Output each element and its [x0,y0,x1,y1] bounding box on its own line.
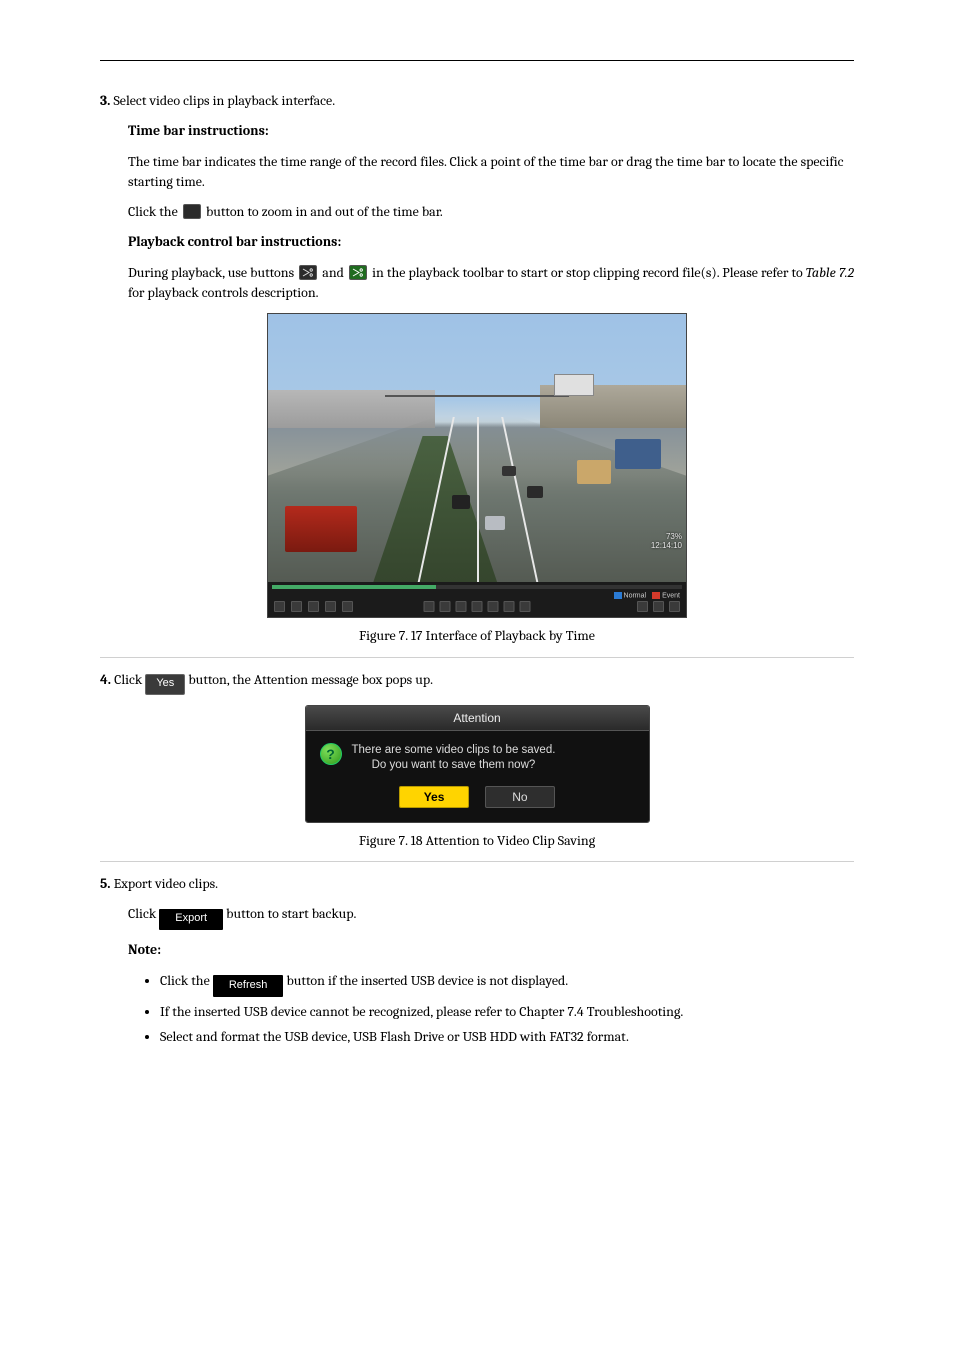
separator [100,861,854,862]
video-frame: 73% 12:14:10 [268,314,686,584]
header-rule [100,60,854,61]
step-4-click: Click [114,671,142,688]
figure-7-18: Attention ? There are some video clips t… [100,705,854,823]
play-icon[interactable] [440,601,451,612]
vehicle-car [502,466,516,476]
caption-7-17: Figure 7. 17 Interface of Playback by Ti… [100,626,854,646]
attention-dialog: Attention ? There are some video clips t… [305,705,650,823]
playback-screenshot: 73% 12:14:10 Normal Event [267,313,687,618]
zoom-icon-placeholder [183,204,201,219]
hide-icon[interactable] [637,601,648,612]
vehicle-bus [285,506,357,552]
time-bar-heading: Time bar instructions: [128,121,854,141]
attention-title: Attention [306,706,649,731]
attention-no-button[interactable]: No [485,786,555,808]
yes-button-inline[interactable]: Yes [145,674,185,695]
playback-bar-heading: Playback control bar instructions: [128,232,854,252]
toolbar-left-buttons [274,601,353,612]
next-icon[interactable] [504,601,515,612]
export-line: Click Export button to start backup. [128,904,854,930]
note-item-2: If the inserted USB device cannot be rec… [160,1001,854,1022]
capture-icon[interactable] [325,601,336,612]
question-icon: ? [320,743,342,765]
exit-icon[interactable] [653,601,664,612]
toolbar-right-buttons [637,601,680,612]
mute-icon[interactable] [274,601,285,612]
step-4-number: 4. [100,671,111,688]
step-3-text: Select video clips in playback interface… [113,92,335,109]
fwd-icon[interactable] [488,601,499,612]
lane-marking [477,417,479,584]
playback-toolbar: Normal Event [268,582,686,617]
clip-start-icon [299,265,317,280]
export-button[interactable]: Export [159,909,223,930]
step-3-number: 3. [100,92,110,109]
zoom-icon[interactable] [342,601,353,612]
time-bar-desc-1: The time bar indicates the time range of… [128,152,854,193]
clip-stop-icon [349,265,367,280]
bg-billboard [554,374,594,396]
table-7-2-ref: Table 7.2 [806,264,854,281]
vehicle-car [527,486,543,498]
vehicle-truck [577,460,611,484]
separator [100,657,854,658]
vehicle-car [485,516,505,530]
note-item-1: Click the Refresh button if the inserted… [160,970,854,997]
rev-icon[interactable] [472,601,483,612]
step-3-line: 3. Select video clips in playback interf… [100,91,854,111]
playback-progress-bar[interactable] [272,585,682,589]
refresh-button[interactable]: Refresh [213,975,284,997]
step-5-number: 5. [100,875,111,892]
attention-yes-button[interactable]: Yes [399,786,469,808]
stop-icon[interactable] [456,601,467,612]
vehicle-car [452,495,470,509]
bg-gantry [385,395,569,397]
step-5-line: 5. Export video clips. [100,874,854,894]
note-item-3: Select and format the USB device, USB Fl… [160,1026,854,1047]
figure-7-17: 73% 12:14:10 Normal Event [100,313,854,618]
speed-icon[interactable] [520,601,531,612]
tag-icon[interactable] [308,601,319,612]
toolbar-center-buttons [424,601,531,612]
playback-bar-desc: During playback, use buttons and in the … [128,263,854,304]
step-5-text: Export video clips. [114,875,218,892]
playback-progress-overlay: 73% 12:14:10 [651,533,682,551]
attention-message: There are some video clips to be saved. … [352,743,556,774]
legend: Normal Event [614,592,680,599]
vehicle-truck [615,439,661,469]
caption-7-18: Figure 7. 18 Attention to Video Clip Sav… [100,831,854,851]
clip-icon[interactable] [291,601,302,612]
expand-icon[interactable] [669,601,680,612]
prev-icon[interactable] [424,601,435,612]
step-4-line: 4. Click Yes button, the Attention messa… [100,670,854,695]
step-4-tail: button, the Attention message box pops u… [188,671,433,688]
note-label: Note: [128,940,854,960]
time-bar-desc-2: Click the button to zoom in and out of t… [128,202,854,222]
notes-list: Click the Refresh button if the inserted… [160,970,854,1047]
playback-progress-fill [272,585,436,589]
